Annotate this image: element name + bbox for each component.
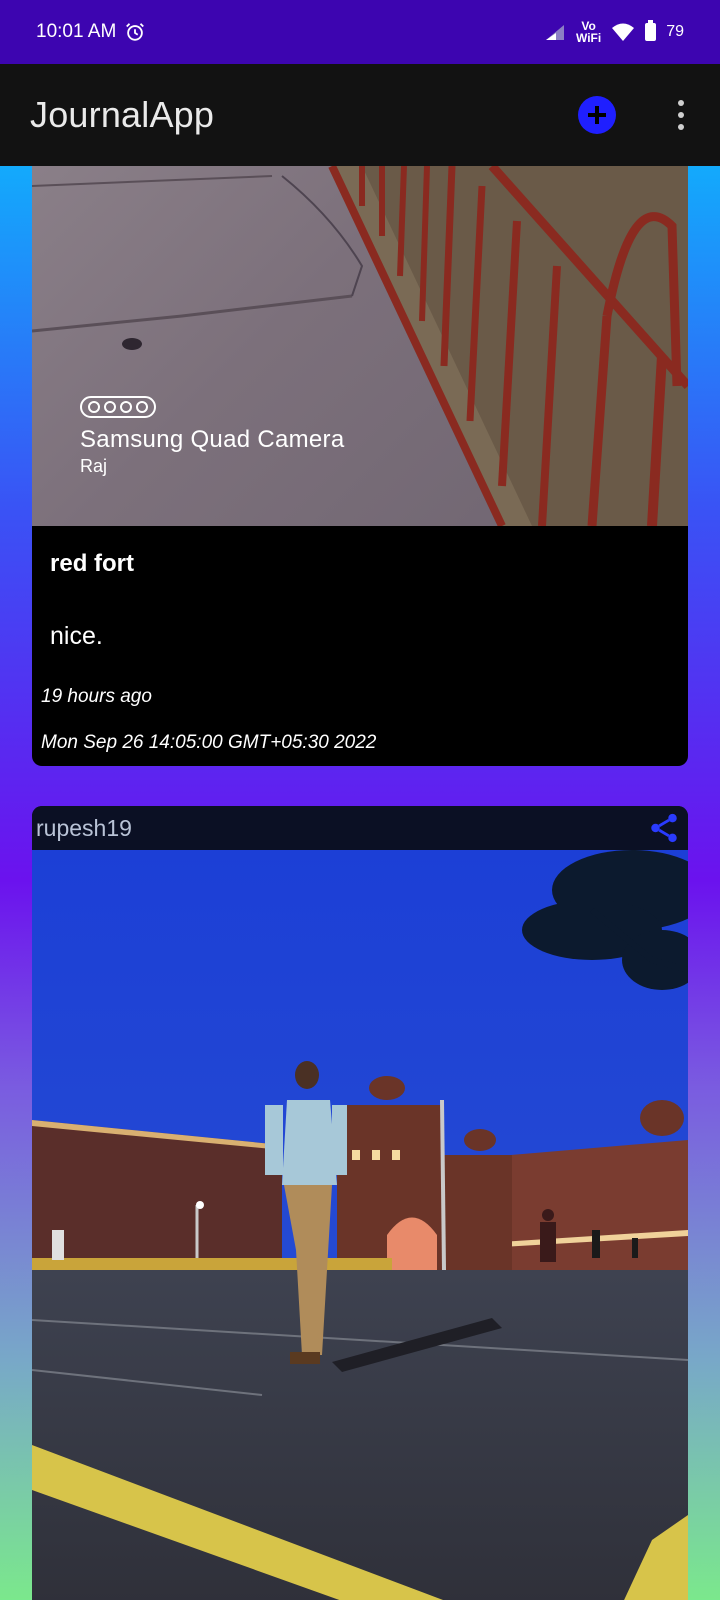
journal-username: rupesh19 bbox=[36, 814, 132, 841]
add-journal-button[interactable] bbox=[578, 96, 616, 134]
journal-description: nice. bbox=[50, 622, 103, 650]
journal-card-header: rupesh19 bbox=[32, 806, 688, 850]
journal-date: Mon Sep 26 14:05:00 GMT+05:30 2022 bbox=[41, 732, 377, 753]
more-vert-icon-dot bbox=[678, 112, 684, 118]
vowifi-indicator: Vo WiFi bbox=[576, 20, 601, 44]
add-circle-icon bbox=[588, 106, 606, 124]
journal-photo: Samsung Quad Camera Raj bbox=[32, 166, 688, 526]
app-bar: JournalApp bbox=[0, 64, 720, 166]
journal-title: red fort bbox=[50, 550, 134, 577]
status-time: 10:01 AM bbox=[36, 21, 117, 42]
wifi-icon bbox=[612, 23, 635, 41]
share-icon bbox=[651, 813, 677, 843]
share-button[interactable] bbox=[644, 808, 684, 848]
watermark-camera: Samsung Quad Camera bbox=[80, 426, 345, 453]
more-options-button[interactable] bbox=[672, 96, 690, 134]
more-vert-icon-dot bbox=[678, 124, 684, 130]
camera-lens-icon bbox=[80, 396, 156, 418]
battery-icon bbox=[645, 20, 657, 41]
alarm-icon bbox=[126, 23, 145, 41]
status-bar: 10:01 AM Vo WiFi 79 bbox=[0, 0, 720, 64]
journal-time-ago: 19 hours ago bbox=[41, 686, 152, 707]
status-right: Vo WiFi 79 bbox=[544, 20, 684, 44]
watermark-name: Raj bbox=[80, 456, 108, 476]
journal-photo bbox=[32, 850, 688, 1600]
journal-card[interactable]: rupesh19 bbox=[32, 806, 688, 1600]
signal-icon bbox=[545, 25, 564, 40]
vowifi-bottom: WiFi bbox=[575, 31, 602, 45]
journal-card[interactable]: Samsung Quad Camera Raj red fort nice. 1… bbox=[32, 166, 688, 766]
battery-level: 79 bbox=[666, 23, 684, 40]
status-left: 10:01 AM bbox=[36, 21, 146, 43]
app-title: JournalApp bbox=[30, 94, 215, 135]
more-vert-icon-dot bbox=[678, 100, 684, 106]
camera-watermark: Samsung Quad Camera Raj bbox=[80, 396, 345, 477]
